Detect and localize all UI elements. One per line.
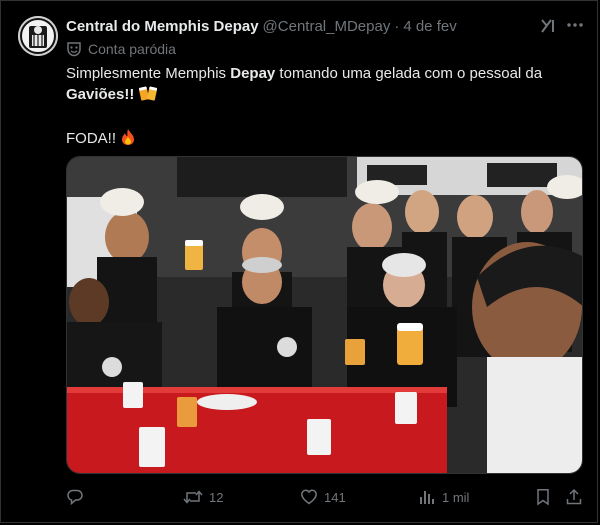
photo-group-celebrating <box>67 157 582 473</box>
text-bold-segment: Depay <box>230 65 276 82</box>
heart-icon <box>301 489 317 505</box>
bookmark-icon <box>537 489 549 506</box>
post-media[interactable] <box>66 156 583 474</box>
reply-icon <box>67 489 83 506</box>
text-segment: FODA!! <box>66 130 117 147</box>
avatar[interactable] <box>18 16 58 56</box>
more-icon[interactable] <box>565 15 585 35</box>
action-bar: 12 141 1 mil <box>66 486 586 508</box>
views-icon <box>420 491 434 504</box>
retweet-icon <box>183 490 203 504</box>
fire-emoji <box>120 128 136 152</box>
parody-label: Conta paródia <box>66 40 176 58</box>
text-segment: tomando uma gelada com o pessoal da <box>275 65 543 82</box>
share-icon <box>566 488 582 505</box>
views-count: 1 mil <box>442 489 470 505</box>
parody-text: Conta paródia <box>88 41 176 57</box>
text-bold-segment: Gaviões!! <box>66 86 135 103</box>
author-name[interactable]: Central do Memphis Depay <box>66 18 259 35</box>
text-segment: Simplesmente Memphis <box>66 65 231 82</box>
like-button[interactable]: 141 <box>300 486 346 508</box>
retweet-count: 12 <box>209 489 224 505</box>
post-text: Simplesmente Memphis Depay tomando uma g… <box>66 64 571 152</box>
views-button[interactable]: 1 mil <box>418 486 469 508</box>
grok-icon[interactable] <box>539 17 557 35</box>
separator-dot: · <box>394 17 400 35</box>
post-date[interactable]: 4 de fev <box>403 18 456 35</box>
author-handle[interactable]: @Central_MDepay <box>263 18 391 35</box>
theater-mask-icon <box>67 42 81 57</box>
bookmark-button[interactable] <box>535 486 557 508</box>
share-button[interactable] <box>565 486 589 508</box>
reply-button[interactable] <box>66 486 90 508</box>
retweet-button[interactable]: 12 <box>183 486 223 508</box>
beer-mugs-emoji <box>138 84 157 108</box>
post-header: Central do Memphis Depay @Central_MDepay… <box>66 16 530 36</box>
like-count: 141 <box>324 489 346 505</box>
